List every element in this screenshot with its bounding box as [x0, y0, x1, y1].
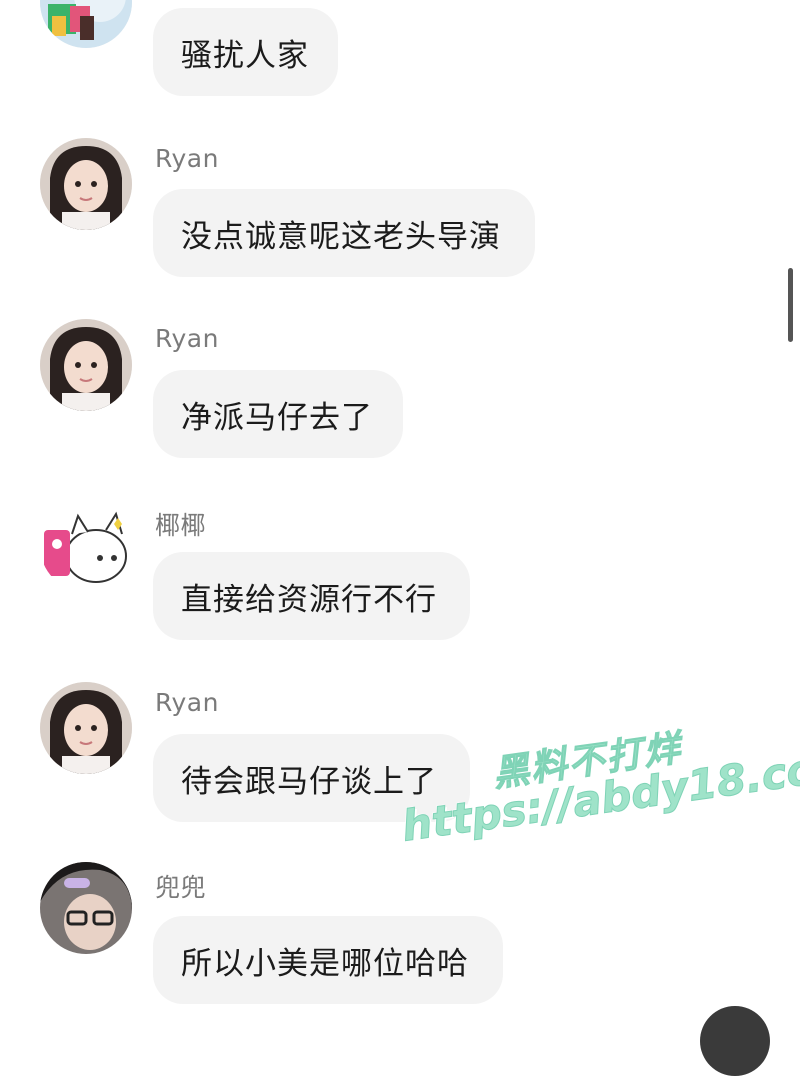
message-bubble[interactable]: 待会跟马仔谈上了 — [153, 734, 470, 822]
watermark-text: 黑料不打烊 — [490, 727, 685, 795]
message-text: 所以小美是哪位哈哈 — [181, 945, 469, 982]
sender-name: 兜兜 — [155, 873, 207, 902]
sender-name: 椰椰 — [155, 511, 207, 540]
message-bubble[interactable]: 没点诚意呢这老头导演 — [153, 189, 535, 277]
message-text: 骚扰人家 — [181, 37, 309, 74]
message-text: 直接给资源行不行 — [181, 581, 437, 618]
message-bubble[interactable]: 直接给资源行不行 — [153, 552, 470, 640]
chat-message-list[interactable]: 骚扰人家 Ryan 没点诚意呢这老头导演 Ryan 净派马仔去了 椰椰 直接给资… — [0, 0, 800, 1076]
avatar-girl-photo-icon — [40, 319, 132, 411]
user-avatar[interactable] — [40, 0, 132, 48]
user-avatar[interactable] — [40, 682, 132, 774]
sender-name: Ryan — [155, 688, 219, 717]
scrollbar[interactable] — [788, 268, 793, 342]
sender-name: Ryan — [155, 324, 219, 353]
message-text: 净派马仔去了 — [181, 399, 373, 436]
avatar-boy-photo-icon — [40, 862, 132, 954]
avatar-girl-photo-icon — [40, 682, 132, 774]
message-bubble[interactable]: 净派马仔去了 — [153, 370, 403, 458]
sender-name: Ryan — [155, 144, 219, 173]
message-bubble[interactable]: 骚扰人家 — [153, 8, 338, 96]
user-avatar[interactable] — [40, 138, 132, 230]
user-avatar[interactable] — [40, 500, 132, 592]
partial-avatar[interactable] — [700, 1006, 770, 1076]
message-text: 没点诚意呢这老头导演 — [181, 218, 501, 255]
message-bubble[interactable]: 所以小美是哪位哈哈 — [153, 916, 503, 1004]
user-avatar[interactable] — [40, 319, 132, 411]
avatar-illustration-icon — [40, 0, 132, 48]
message-text: 待会跟马仔谈上了 — [181, 763, 437, 800]
avatar-hello-kitty-icon — [40, 500, 132, 592]
avatar-girl-photo-icon — [40, 138, 132, 230]
user-avatar[interactable] — [40, 862, 132, 954]
